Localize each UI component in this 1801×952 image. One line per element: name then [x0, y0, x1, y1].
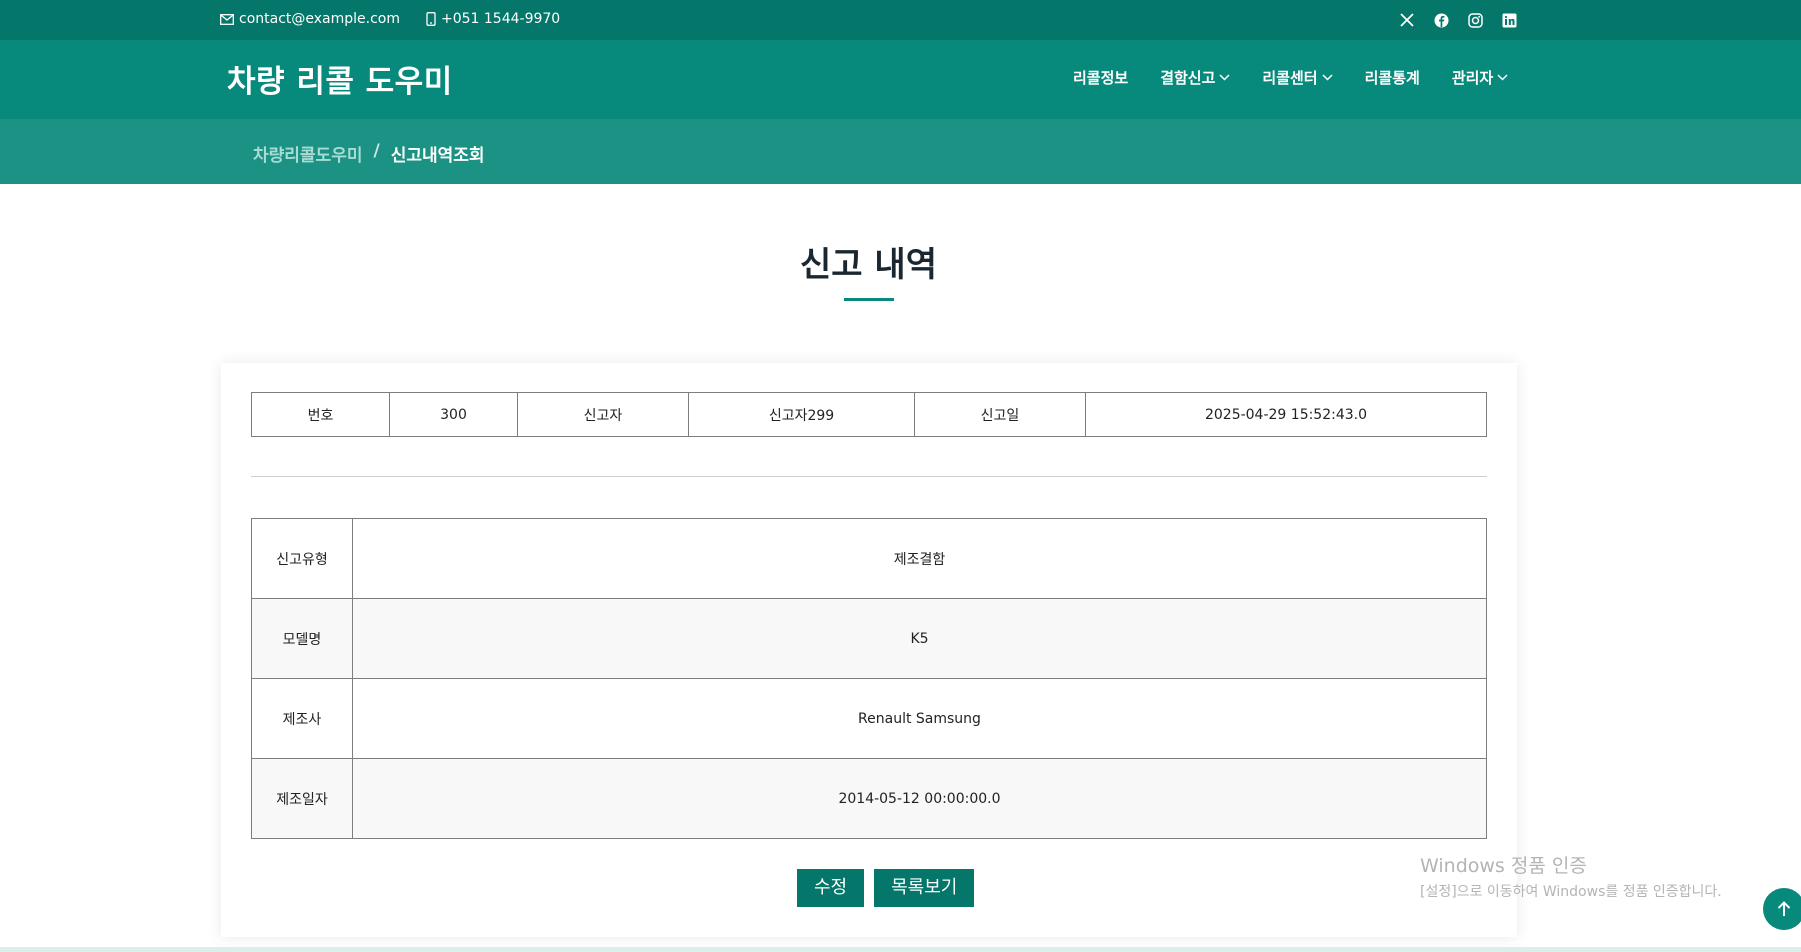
phone-contact[interactable]: +051 1544-9970: [426, 11, 560, 27]
manufacturer-value: Renault Samsung: [352, 678, 1487, 759]
date-value: 2025-04-29 15:52:43.0: [1085, 392, 1487, 437]
table-row: 모델명 K5: [251, 598, 1487, 679]
nav-item-label: 리콜정보: [1073, 69, 1129, 87]
nav-item-defect-report[interactable]: 결함신고: [1160, 67, 1230, 88]
report-detail-table: 신고유형 제조결함 모델명 K5 제조사 Renault Samsung 제조일…: [251, 518, 1487, 839]
phone-icon: [426, 12, 436, 26]
number-label: 번호: [251, 392, 390, 437]
chevron-down-icon: [1497, 74, 1508, 81]
linkedin-icon[interactable]: [1500, 11, 1518, 29]
email-contact[interactable]: contact@example.com: [220, 11, 400, 27]
table-row: 신고유형 제조결함: [251, 518, 1487, 599]
title-underline: [844, 298, 894, 301]
table-row: 제조일자 2014-05-12 00:00:00.0: [251, 758, 1487, 839]
arrow-up-icon: [1777, 901, 1791, 916]
scroll-top-button[interactable]: [1763, 888, 1801, 930]
nav-item-recall-stats[interactable]: 리콜통계: [1365, 67, 1420, 88]
edit-button[interactable]: 수정: [797, 869, 865, 907]
email-text: contact@example.com: [239, 11, 400, 27]
breadcrumb: 차량리콜도우미 / 신고내역조회: [253, 141, 485, 166]
reporter-value: 신고자299: [688, 392, 915, 437]
phone-text: +051 1544-9970: [441, 11, 561, 27]
contact-info: contact@example.com +051 1544-9970: [220, 11, 586, 27]
top-bar: contact@example.com +051 1544-9970: [0, 0, 1801, 40]
action-buttons: 수정 목록보기: [797, 869, 984, 907]
envelope-icon: [220, 13, 234, 25]
nav-item-label: 리콜통계: [1364, 69, 1420, 87]
nav-item-label: 리콜센터: [1262, 69, 1318, 87]
breadcrumb-current: 신고내역조회: [390, 146, 485, 166]
table-row: 번호 300 신고자 신고자299 신고일 2025-04-29 15:52:4…: [251, 392, 1487, 437]
watermark-subtitle: [설정]으로 이동하여 Windows를 정품 인증합니다.: [1420, 884, 1722, 900]
social-links: [1398, 11, 1534, 29]
breadcrumb-home-link[interactable]: 차량리콜도우미: [253, 141, 362, 166]
main-nav: 리콜정보 결함신고 리콜센터 리콜통계 관리자: [1073, 67, 1508, 88]
section-divider: [251, 476, 1487, 477]
manufacturer-label: 제조사: [251, 678, 353, 759]
manufacture-date-label: 제조일자: [251, 758, 353, 839]
page-title: 신고 내역: [800, 245, 937, 285]
model-name-label: 모델명: [251, 598, 353, 679]
instagram-icon[interactable]: [1466, 11, 1484, 29]
nav-item-recall-info[interactable]: 리콜정보: [1073, 67, 1128, 88]
site-header: 차량 리콜 도우미 리콜정보 결함신고 리콜센터 리콜통계 관리자: [0, 40, 1801, 119]
list-button[interactable]: 목록보기: [874, 869, 975, 907]
nav-item-label: 관리자: [1451, 69, 1494, 87]
number-value: 300: [389, 392, 518, 437]
x-icon[interactable]: [1398, 11, 1416, 29]
reporter-label: 신고자: [517, 392, 689, 437]
watermark-title: Windows 정품 인증: [1420, 855, 1587, 877]
model-name-value: K5: [352, 598, 1487, 679]
site-logo[interactable]: 차량 리콜 도우미: [227, 56, 453, 101]
nav-item-admin[interactable]: 관리자: [1452, 67, 1508, 88]
footer-edge: [0, 947, 1801, 952]
windows-activation-watermark: Windows 정품 인증 [설정]으로 이동하여 Windows를 정품 인증…: [1420, 851, 1722, 901]
chevron-down-icon: [1219, 74, 1230, 81]
nav-item-label: 결함신고: [1160, 69, 1216, 87]
breadcrumb-bar: 차량리콜도우미 / 신고내역조회: [0, 119, 1801, 184]
report-summary-table: 번호 300 신고자 신고자299 신고일 2025-04-29 15:52:4…: [251, 392, 1487, 437]
manufacture-date-value: 2014-05-12 00:00:00.0: [352, 758, 1487, 839]
date-label: 신고일: [914, 392, 1086, 437]
chevron-down-icon: [1322, 74, 1333, 81]
report-type-value: 제조결함: [352, 518, 1487, 599]
report-type-label: 신고유형: [251, 518, 353, 599]
table-row: 제조사 Renault Samsung: [251, 678, 1487, 759]
nav-item-recall-center[interactable]: 리콜센터: [1262, 67, 1333, 88]
breadcrumb-separator: /: [373, 141, 380, 161]
facebook-icon[interactable]: [1432, 11, 1450, 29]
